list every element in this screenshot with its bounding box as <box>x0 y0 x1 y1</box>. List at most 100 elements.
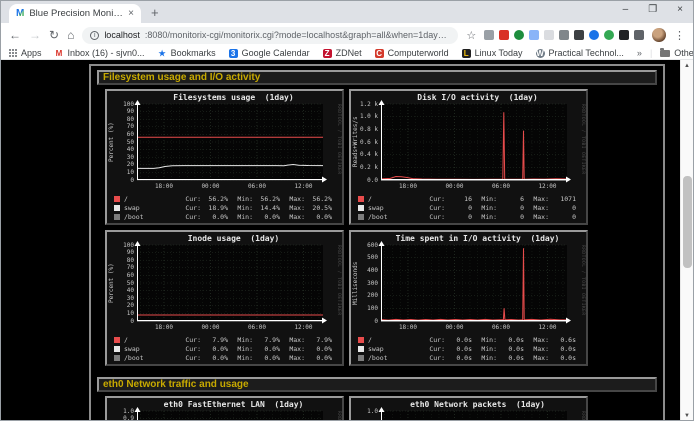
legend-series-name: /boot <box>358 354 420 362</box>
legend-max-label: Max: <box>533 213 549 221</box>
graph-panel[interactable]: eth0 FastEthernet LAN (1day)1.00.918:000… <box>105 396 344 421</box>
legend-min-value: 6 <box>500 195 524 203</box>
address-bar[interactable]: i localhost :8080/monitorix-cgi/monitori… <box>82 27 458 44</box>
mail-extension-icon[interactable] <box>499 30 509 40</box>
y-axis-tick-label: 200 <box>351 292 378 299</box>
graph-panel[interactable]: Time spent in I/O activity (1day)Millise… <box>349 230 588 366</box>
legend-max-label: Max: <box>533 336 549 344</box>
legend-max-value: 0 <box>552 204 576 212</box>
legend-min-label: Min: <box>481 336 497 344</box>
tab-close-icon[interactable]: × <box>128 9 134 19</box>
graph-title: Time spent in I/O activity (1day) <box>377 234 578 243</box>
bookmark-item[interactable]: MInbox (16) - sjvn0... <box>55 48 145 58</box>
graph-panel[interactable]: Disk I/O activity (1day)Reads+Writes/s1.… <box>349 89 588 225</box>
legend-min-label: Min: <box>237 354 253 362</box>
x-axis-tick-label: 00:00 <box>439 183 469 190</box>
graph-panel[interactable]: Inode usage (1day)Percent (%)10090807060… <box>105 230 344 366</box>
legend-name-text: /boot <box>124 354 144 362</box>
mask-extension-icon[interactable] <box>559 30 569 40</box>
graph-panel[interactable]: eth0 Network packets (1day)1.018:0000:00… <box>349 396 588 421</box>
browser-tab[interactable]: M Blue Precision Monitorix × <box>9 4 141 23</box>
legend-max: Max:0.0% <box>280 354 332 362</box>
pin-extension-icon[interactable] <box>619 30 629 40</box>
status-extension-icon[interactable] <box>604 30 614 40</box>
bookmark-label: ZDNet <box>336 48 362 58</box>
calendar-icon: 3 <box>229 49 238 58</box>
scrollbar-thumb[interactable] <box>683 176 692 268</box>
y-axis-tick-label: 0.8 k <box>351 126 378 133</box>
window-extension-icon[interactable] <box>574 30 584 40</box>
chat-extension-icon[interactable] <box>589 30 599 40</box>
tablist-extension-icon[interactable] <box>634 30 644 40</box>
legend-max-value: 7.9% <box>308 336 332 344</box>
search-extension-icon[interactable] <box>484 30 494 40</box>
page-info-icon[interactable]: i <box>90 31 99 40</box>
legend-color-swatch <box>114 355 120 361</box>
copy-extension-icon[interactable] <box>529 30 539 40</box>
bookmark-item[interactable]: LLinux Today <box>462 48 523 58</box>
graph-panel[interactable]: Filesystems usage (1day)Percent (%)10090… <box>105 89 344 225</box>
bookmarks-overflow-button[interactable]: » <box>637 48 642 58</box>
y-axis-tick-label: 10 <box>107 169 134 176</box>
bookmark-label: Inbox (16) - sjvn0... <box>68 48 145 58</box>
graph-title: eth0 FastEthernet LAN (1day) <box>133 400 334 409</box>
x-axis-tick-label: 06:00 <box>486 324 516 331</box>
y-axis-tick-label: 600 <box>351 242 378 249</box>
globe-extension-icon[interactable] <box>514 30 524 40</box>
new-tab-button[interactable]: + <box>151 5 159 20</box>
legend-cur: Cur:0.0s <box>420 345 472 353</box>
browser-menu-button[interactable]: ⋮ <box>674 29 685 42</box>
window-close-button[interactable]: × <box>677 4 683 15</box>
bookmark-star-button[interactable]: ☆ <box>466 29 476 42</box>
bookmark-item[interactable]: 3Google Calendar <box>229 48 310 58</box>
window-minimize-button[interactable]: – <box>623 4 629 15</box>
bookmark-item[interactable]: WPractical Technol... <box>536 48 624 58</box>
other-bookmarks-button[interactable]: Other bookmarks <box>660 48 694 58</box>
y-axis-tick-label: 10 <box>107 310 134 317</box>
y-axis-tick-label: 0.9 <box>107 415 134 421</box>
legend-name-text: /boot <box>368 354 388 362</box>
legend-min-label: Min: <box>481 195 497 203</box>
y-axis-tick-label: 0.4 k <box>351 151 378 158</box>
x-axis-tick-label: 00:00 <box>195 183 225 190</box>
rrdtool-watermark: RRDTOOL / TOBI OETIKER <box>336 104 341 184</box>
bookmark-label: Computerworld <box>388 48 449 58</box>
reload-button[interactable]: ↻ <box>49 28 59 42</box>
square-extension-icon[interactable] <box>544 30 554 40</box>
legend-max-value: 56.2% <box>308 195 332 203</box>
y-axis-tick-label: 30 <box>107 295 134 302</box>
legend-color-swatch <box>358 346 364 352</box>
legend-row: /bootCur:0.0%Min:0.0%Max:0.0% <box>114 353 337 362</box>
legend-color-swatch <box>114 214 120 220</box>
vertical-scrollbar[interactable]: ▲ ▼ <box>680 60 693 421</box>
bookmark-item[interactable]: ★Bookmarks <box>158 48 216 58</box>
y-axis-tick-label: 40 <box>107 146 134 153</box>
legend-name-text: /boot <box>124 213 144 221</box>
legend-cur-value: 0.0% <box>204 213 228 221</box>
forward-button[interactable]: → <box>29 28 41 42</box>
y-axis-tick-label: 70 <box>107 264 134 271</box>
y-axis-tick-label: 0 <box>351 318 378 325</box>
scrollbar-down-arrow[interactable]: ▼ <box>681 410 693 421</box>
legend-cur-value: 0 <box>448 213 472 221</box>
legend-max-value: 1071 <box>552 195 576 203</box>
back-button[interactable]: ← <box>9 28 21 42</box>
bookmark-item[interactable]: ZZDNet <box>323 48 362 58</box>
bookmarks-divider: | <box>650 48 652 58</box>
x-axis-tick-label: 18:00 <box>393 183 423 190</box>
window-maximize-button[interactable]: ❐ <box>648 4 657 15</box>
profile-avatar[interactable] <box>652 28 666 42</box>
y-axis-tick-label: 0.2 k <box>351 164 378 171</box>
legend-min-value: 7.9% <box>256 336 280 344</box>
legend-min-label: Min: <box>237 345 253 353</box>
scrollbar-up-arrow[interactable]: ▲ <box>681 60 693 72</box>
apps-shortcut[interactable]: Apps <box>9 48 42 58</box>
bookmark-item[interactable]: CComputerworld <box>375 48 449 58</box>
graph-plot-area <box>381 411 567 421</box>
legend-max-value: 0.0% <box>308 213 332 221</box>
legend-name-text: / <box>124 336 128 344</box>
legend-name-text: / <box>124 195 128 203</box>
home-button[interactable]: ⌂ <box>67 28 74 42</box>
y-axis-tick-label: 100 <box>107 101 134 108</box>
legend-min: Min:0.0s <box>472 345 524 353</box>
